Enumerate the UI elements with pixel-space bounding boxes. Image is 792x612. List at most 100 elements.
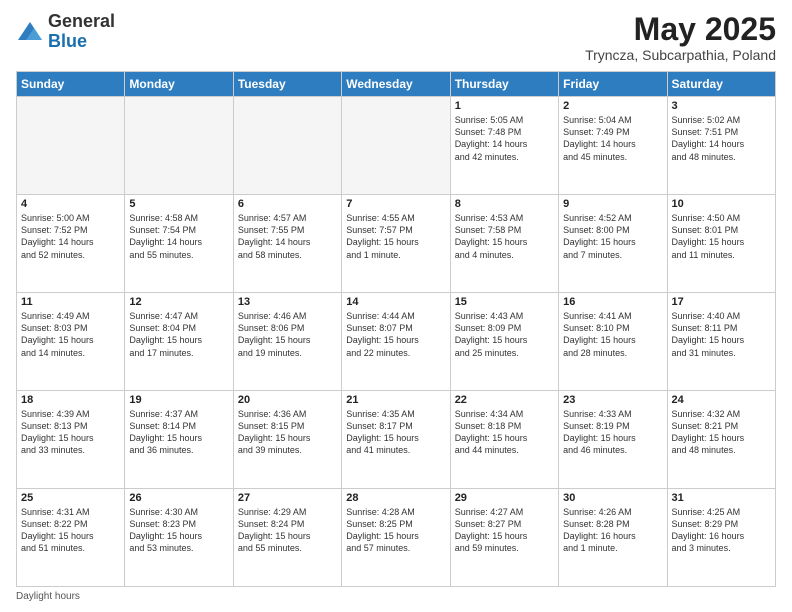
calendar-week-2: 4 Sunrise: 5:00 AMSunset: 7:52 PMDaylight…	[17, 195, 776, 293]
footer-note: Daylight hours	[16, 591, 776, 602]
day-info: Sunrise: 4:47 AMSunset: 8:04 PMDaylight:…	[129, 310, 228, 359]
calendar-cell: 21Sunrise: 4:35 AMSunset: 8:17 PMDayligh…	[342, 391, 450, 489]
day-number: 22	[455, 394, 554, 406]
day-number: 8	[455, 198, 554, 210]
day-info: Sunrise: 4:44 AMSunset: 8:07 PMDaylight:…	[346, 310, 445, 359]
day-number: 27	[238, 492, 337, 504]
calendar-cell	[342, 97, 450, 195]
day-info: Sunrise: 4:58 AMSunset: 7:54 PMDaylight:…	[129, 212, 228, 261]
day-info: Sunrise: 4:28 AMSunset: 8:25 PMDaylight:…	[346, 506, 445, 555]
calendar-cell: 14 Sunrise: 4:44 AMSunset: 8:07 PMDayligh…	[342, 293, 450, 391]
calendar-cell: 6 Sunrise: 4:57 AMSunset: 7:55 PMDaylight…	[233, 195, 341, 293]
day-info: Sunrise: 4:25 AMSunset: 8:29 PMDaylight:…	[672, 506, 771, 555]
day-number: 31	[672, 492, 771, 504]
header-row: SundayMondayTuesdayWednesdayThursdayFrid…	[17, 72, 776, 97]
day-info: Sunrise: 5:00 AMSunset: 7:52 PMDaylight:…	[21, 212, 120, 261]
day-info: Sunrise: 4:41 AMSunset: 8:10 PMDaylight:…	[563, 310, 662, 359]
calendar-cell: 12 Sunrise: 4:47 AMSunset: 8:04 PMDayligh…	[125, 293, 233, 391]
day-info: Sunrise: 4:57 AMSunset: 7:55 PMDaylight:…	[238, 212, 337, 261]
logo-blue: Blue	[48, 31, 87, 51]
calendar-cell: 3Sunrise: 5:02 AMSunset: 7:51 PMDaylight…	[667, 97, 775, 195]
calendar-cell: 30 Sunrise: 4:26 AMSunset: 8:28 PMDayligh…	[559, 489, 667, 587]
day-info: Sunrise: 4:39 AMSunset: 8:13 PMDaylight:…	[21, 408, 120, 457]
calendar-table: SundayMondayTuesdayWednesdayThursdayFrid…	[16, 71, 776, 587]
day-number: 18	[21, 394, 120, 406]
day-number: 9	[563, 198, 662, 210]
col-header-monday: Monday	[125, 72, 233, 97]
day-number: 2	[563, 100, 662, 112]
calendar-cell: 19 Sunrise: 4:37 AMSunset: 8:14 PMDayligh…	[125, 391, 233, 489]
calendar-cell	[233, 97, 341, 195]
day-number: 4	[21, 198, 120, 210]
calendar-cell: 22Sunrise: 4:34 AMSunset: 8:18 PMDayligh…	[450, 391, 558, 489]
day-info: Sunrise: 4:33 AMSunset: 8:19 PMDaylight:…	[563, 408, 662, 457]
day-info: Sunrise: 4:52 AMSunset: 8:00 PMDaylight:…	[563, 212, 662, 261]
day-number: 21	[346, 394, 445, 406]
calendar-cell: 1Sunrise: 5:05 AMSunset: 7:48 PMDaylight…	[450, 97, 558, 195]
col-header-saturday: Saturday	[667, 72, 775, 97]
calendar-week-3: 11 Sunrise: 4:49 AMSunset: 8:03 PMDayligh…	[17, 293, 776, 391]
day-info: Sunrise: 4:37 AMSunset: 8:14 PMDaylight:…	[129, 408, 228, 457]
calendar-week-4: 18 Sunrise: 4:39 AMSunset: 8:13 PMDayligh…	[17, 391, 776, 489]
day-info: Sunrise: 4:27 AMSunset: 8:27 PMDaylight:…	[455, 506, 554, 555]
calendar-cell: 15Sunrise: 4:43 AMSunset: 8:09 PMDayligh…	[450, 293, 558, 391]
day-info: Sunrise: 5:04 AMSunset: 7:49 PMDaylight:…	[563, 114, 662, 163]
day-number: 1	[455, 100, 554, 112]
day-number: 29	[455, 492, 554, 504]
header: General Blue May 2025 Tryncza, Subcarpat…	[16, 12, 776, 63]
day-info: Sunrise: 4:32 AMSunset: 8:21 PMDaylight:…	[672, 408, 771, 457]
day-number: 6	[238, 198, 337, 210]
calendar-cell: 9 Sunrise: 4:52 AMSunset: 8:00 PMDaylight…	[559, 195, 667, 293]
day-number: 14	[346, 296, 445, 308]
day-number: 11	[21, 296, 120, 308]
day-info: Sunrise: 4:46 AMSunset: 8:06 PMDaylight:…	[238, 310, 337, 359]
day-info: Sunrise: 4:49 AMSunset: 8:03 PMDaylight:…	[21, 310, 120, 359]
calendar-cell: 5 Sunrise: 4:58 AMSunset: 7:54 PMDaylight…	[125, 195, 233, 293]
logo: General Blue	[16, 12, 115, 52]
day-info: Sunrise: 4:43 AMSunset: 8:09 PMDaylight:…	[455, 310, 554, 359]
day-info: Sunrise: 4:26 AMSunset: 8:28 PMDaylight:…	[563, 506, 662, 555]
page: General Blue May 2025 Tryncza, Subcarpat…	[0, 0, 792, 612]
calendar-cell: 8Sunrise: 4:53 AMSunset: 7:58 PMDaylight…	[450, 195, 558, 293]
day-info: Sunrise: 4:30 AMSunset: 8:23 PMDaylight:…	[129, 506, 228, 555]
col-header-tuesday: Tuesday	[233, 72, 341, 97]
calendar-cell: 7 Sunrise: 4:55 AMSunset: 7:57 PMDaylight…	[342, 195, 450, 293]
day-number: 23	[563, 394, 662, 406]
day-info: Sunrise: 4:36 AMSunset: 8:15 PMDaylight:…	[238, 408, 337, 457]
calendar-cell: 25Sunrise: 4:31 AMSunset: 8:22 PMDayligh…	[17, 489, 125, 587]
calendar-cell: 2 Sunrise: 5:04 AMSunset: 7:49 PMDaylight…	[559, 97, 667, 195]
calendar-cell: 31 Sunrise: 4:25 AMSunset: 8:29 PMDayligh…	[667, 489, 775, 587]
calendar-week-1: 1Sunrise: 5:05 AMSunset: 7:48 PMDaylight…	[17, 97, 776, 195]
day-info: Sunrise: 4:29 AMSunset: 8:24 PMDaylight:…	[238, 506, 337, 555]
calendar-cell	[17, 97, 125, 195]
day-info: Sunrise: 4:55 AMSunset: 7:57 PMDaylight:…	[346, 212, 445, 261]
day-number: 24	[672, 394, 771, 406]
day-number: 19	[129, 394, 228, 406]
day-info: Sunrise: 4:40 AMSunset: 8:11 PMDaylight:…	[672, 310, 771, 359]
day-number: 12	[129, 296, 228, 308]
logo-icon	[16, 18, 44, 46]
calendar-cell: 23 Sunrise: 4:33 AMSunset: 8:19 PMDayligh…	[559, 391, 667, 489]
logo-text: General Blue	[48, 12, 115, 52]
page-title: May 2025	[585, 12, 776, 47]
col-header-sunday: Sunday	[17, 72, 125, 97]
day-number: 10	[672, 198, 771, 210]
calendar-cell: 26Sunrise: 4:30 AMSunset: 8:23 PMDayligh…	[125, 489, 233, 587]
page-subtitle: Tryncza, Subcarpathia, Poland	[585, 47, 776, 63]
calendar-cell: 4 Sunrise: 5:00 AMSunset: 7:52 PMDaylight…	[17, 195, 125, 293]
day-number: 5	[129, 198, 228, 210]
day-number: 28	[346, 492, 445, 504]
day-number: 16	[563, 296, 662, 308]
calendar-cell: 28 Sunrise: 4:28 AMSunset: 8:25 PMDayligh…	[342, 489, 450, 587]
calendar-cell: 24 Sunrise: 4:32 AMSunset: 8:21 PMDayligh…	[667, 391, 775, 489]
col-header-thursday: Thursday	[450, 72, 558, 97]
calendar-cell	[125, 97, 233, 195]
calendar-cell: 29 Sunrise: 4:27 AMSunset: 8:27 PMDayligh…	[450, 489, 558, 587]
day-number: 30	[563, 492, 662, 504]
day-number: 3	[672, 100, 771, 112]
calendar-cell: 10Sunrise: 4:50 AMSunset: 8:01 PMDayligh…	[667, 195, 775, 293]
calendar-cell: 18 Sunrise: 4:39 AMSunset: 8:13 PMDayligh…	[17, 391, 125, 489]
logo-general: General	[48, 11, 115, 31]
calendar-cell: 20Sunrise: 4:36 AMSunset: 8:15 PMDayligh…	[233, 391, 341, 489]
day-number: 7	[346, 198, 445, 210]
